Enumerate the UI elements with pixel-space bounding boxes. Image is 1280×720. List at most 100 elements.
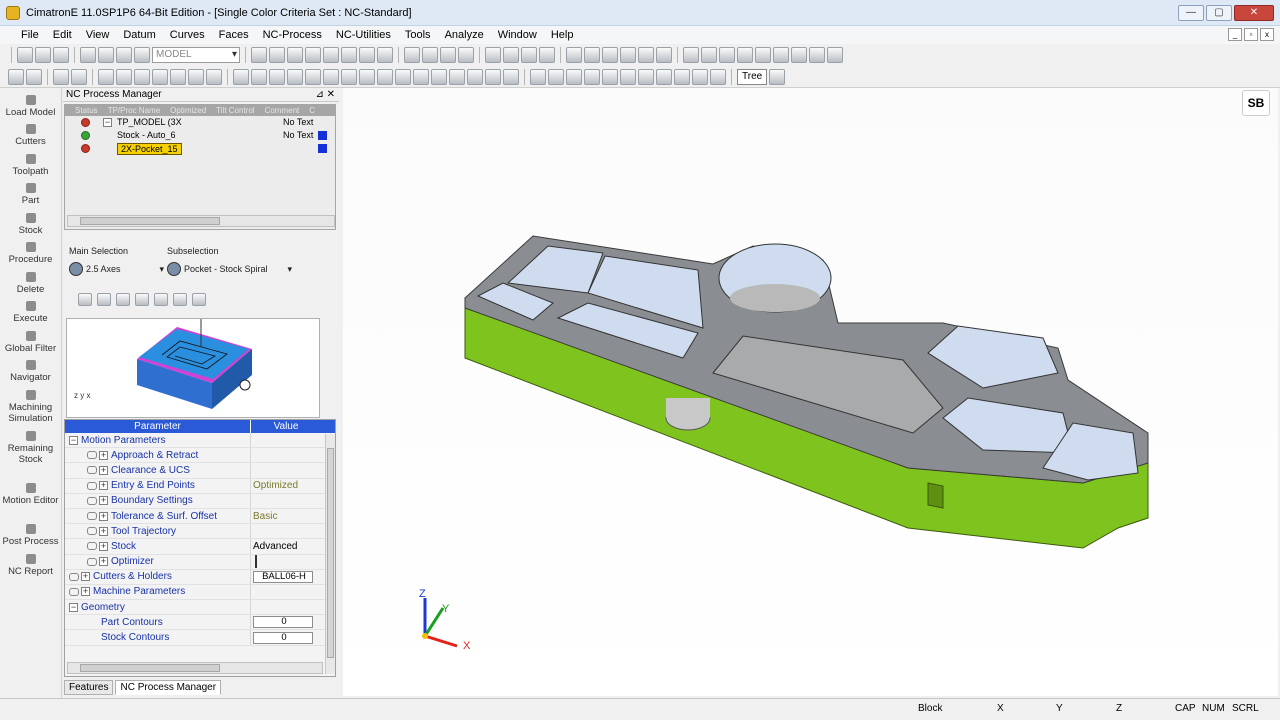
analyze-icon[interactable]: [701, 47, 717, 63]
expand-icon[interactable]: +: [99, 526, 108, 536]
color-icon[interactable]: [737, 47, 753, 63]
copy-procedure-icon[interactable]: [116, 293, 130, 306]
process-row[interactable]: Stock - Auto_6 No Text: [65, 129, 335, 142]
axis-icon[interactable]: [206, 68, 222, 85]
plane-icon[interactable]: [170, 68, 186, 85]
parameter-row[interactable]: − Geometry: [65, 600, 335, 616]
motion-editor-tool[interactable]: Motion Editor: [0, 465, 61, 506]
scroll-thumb[interactable]: [80, 217, 220, 225]
chamfer-icon[interactable]: [341, 68, 357, 85]
procedure-tool[interactable]: Procedure: [0, 236, 61, 265]
main-selection-dropdown[interactable]: 2.5 Axes ▾: [69, 262, 164, 276]
extrude-icon[interactable]: [233, 68, 249, 85]
zoom-in-icon[interactable]: [287, 47, 303, 63]
menu-curves[interactable]: Curves: [163, 26, 212, 44]
parameter-hscrollbar[interactable]: [67, 662, 323, 674]
remaining-stock-tool[interactable]: Remaining Stock: [0, 424, 61, 465]
settings-icon[interactable]: [192, 293, 206, 306]
process-list-scrollbar[interactable]: [67, 215, 335, 227]
pan-icon[interactable]: [305, 47, 321, 63]
save-procedure-icon[interactable]: [78, 293, 92, 306]
expand-icon[interactable]: +: [81, 587, 90, 597]
parameter-row[interactable]: + Approach & Retract: [65, 448, 335, 464]
hidden-line-icon[interactable]: [440, 47, 456, 63]
collapse-icon[interactable]: −: [103, 118, 112, 127]
back-icon[interactable]: [566, 47, 582, 63]
mdi-restore-button[interactable]: ▫: [1244, 28, 1258, 41]
ucs-icon[interactable]: [188, 68, 204, 85]
tree-view-icon[interactable]: [602, 47, 618, 63]
view-top-icon[interactable]: [377, 47, 393, 63]
pick-filter-icon[interactable]: [71, 68, 87, 85]
new-file-icon[interactable]: [17, 47, 33, 63]
machining-simulation-tool[interactable]: Machining Simulation: [0, 383, 61, 424]
menu-window[interactable]: Window: [491, 26, 544, 44]
parameter-row[interactable]: + Cutters & Holders BALL06-H: [65, 569, 335, 585]
graphics-viewport[interactable]: SB Z Y X: [343, 88, 1278, 696]
link-icon[interactable]: [87, 451, 97, 460]
move-icon[interactable]: [485, 68, 501, 85]
deselect-icon[interactable]: [26, 68, 42, 85]
menu-faces[interactable]: Faces: [212, 26, 256, 44]
mdi-close-button[interactable]: x: [1260, 28, 1274, 41]
fill-icon[interactable]: [773, 47, 789, 63]
show-icon[interactable]: [674, 68, 690, 85]
intersect-icon[interactable]: [566, 68, 582, 85]
cut-icon[interactable]: [80, 47, 96, 63]
bulb-icon[interactable]: [521, 47, 537, 63]
forward-icon[interactable]: [584, 47, 600, 63]
link-icon[interactable]: [87, 481, 97, 490]
menu-nc-utilities[interactable]: NC-Utilities: [329, 26, 398, 44]
loft-icon[interactable]: [305, 68, 321, 85]
arc-icon[interactable]: [134, 68, 150, 85]
link-icon[interactable]: [87, 512, 97, 521]
draft-icon[interactable]: [377, 68, 393, 85]
revolve-icon[interactable]: [251, 68, 267, 85]
trim-icon[interactable]: [431, 68, 447, 85]
eraser-icon[interactable]: [809, 47, 825, 63]
disk-icon[interactable]: [135, 293, 149, 306]
composite-icon[interactable]: [584, 68, 600, 85]
zoom-all-icon[interactable]: [251, 47, 267, 63]
delete-entity-icon[interactable]: [638, 68, 654, 85]
paste-icon[interactable]: [116, 47, 132, 63]
part-tool[interactable]: Part: [0, 177, 61, 206]
column-optimized[interactable]: Optimized: [160, 105, 206, 116]
model-combo[interactable]: MODEL: [152, 47, 240, 63]
zoom-window-icon[interactable]: [269, 47, 285, 63]
tab-nc-process-manager[interactable]: NC Process Manager: [115, 680, 222, 695]
process-row-selected[interactable]: 2X-Pocket_15: [65, 142, 335, 155]
split-icon[interactable]: [413, 68, 429, 85]
process-row[interactable]: − TP_MODEL (3X No Text: [65, 116, 335, 129]
expand-icon[interactable]: +: [99, 465, 108, 475]
pin-icon[interactable]: ⊿ ✕: [315, 88, 335, 102]
mirror-icon[interactable]: [449, 68, 465, 85]
parameter-value-field[interactable]: BALL06-H: [253, 570, 313, 583]
properties-icon[interactable]: [827, 47, 843, 63]
post-process-tool[interactable]: Post Process: [0, 506, 61, 547]
column-status[interactable]: Status: [65, 105, 98, 116]
parameter-scrollbar[interactable]: [325, 434, 335, 674]
expand-icon[interactable]: +: [99, 511, 108, 521]
project-icon[interactable]: [548, 68, 564, 85]
layers-icon[interactable]: [620, 47, 636, 63]
menu-nc-process[interactable]: NC-Process: [256, 26, 329, 44]
blend-icon[interactable]: [287, 68, 303, 85]
shell-icon[interactable]: [359, 68, 375, 85]
scroll-thumb[interactable]: [327, 448, 334, 658]
cutters-tool[interactable]: Cutters: [0, 118, 61, 147]
execute-tool[interactable]: Execute: [0, 295, 61, 324]
expand-icon[interactable]: +: [99, 450, 108, 460]
column-comment[interactable]: Comment: [255, 105, 300, 116]
sweep-icon[interactable]: [269, 68, 285, 85]
fillet-icon[interactable]: [323, 68, 339, 85]
parameter-row[interactable]: + Tolerance & Surf. Offset Basic: [65, 508, 335, 525]
expand-icon[interactable]: +: [99, 496, 108, 506]
parameter-row[interactable]: + Clearance & UCS: [65, 463, 335, 479]
link-icon[interactable]: [87, 466, 97, 475]
delete-tool[interactable]: Delete: [0, 265, 61, 295]
silhouette-icon[interactable]: [458, 47, 474, 63]
scale-icon[interactable]: [503, 68, 519, 85]
menu-tools[interactable]: Tools: [398, 26, 438, 44]
stock-tool[interactable]: Stock: [0, 206, 61, 236]
